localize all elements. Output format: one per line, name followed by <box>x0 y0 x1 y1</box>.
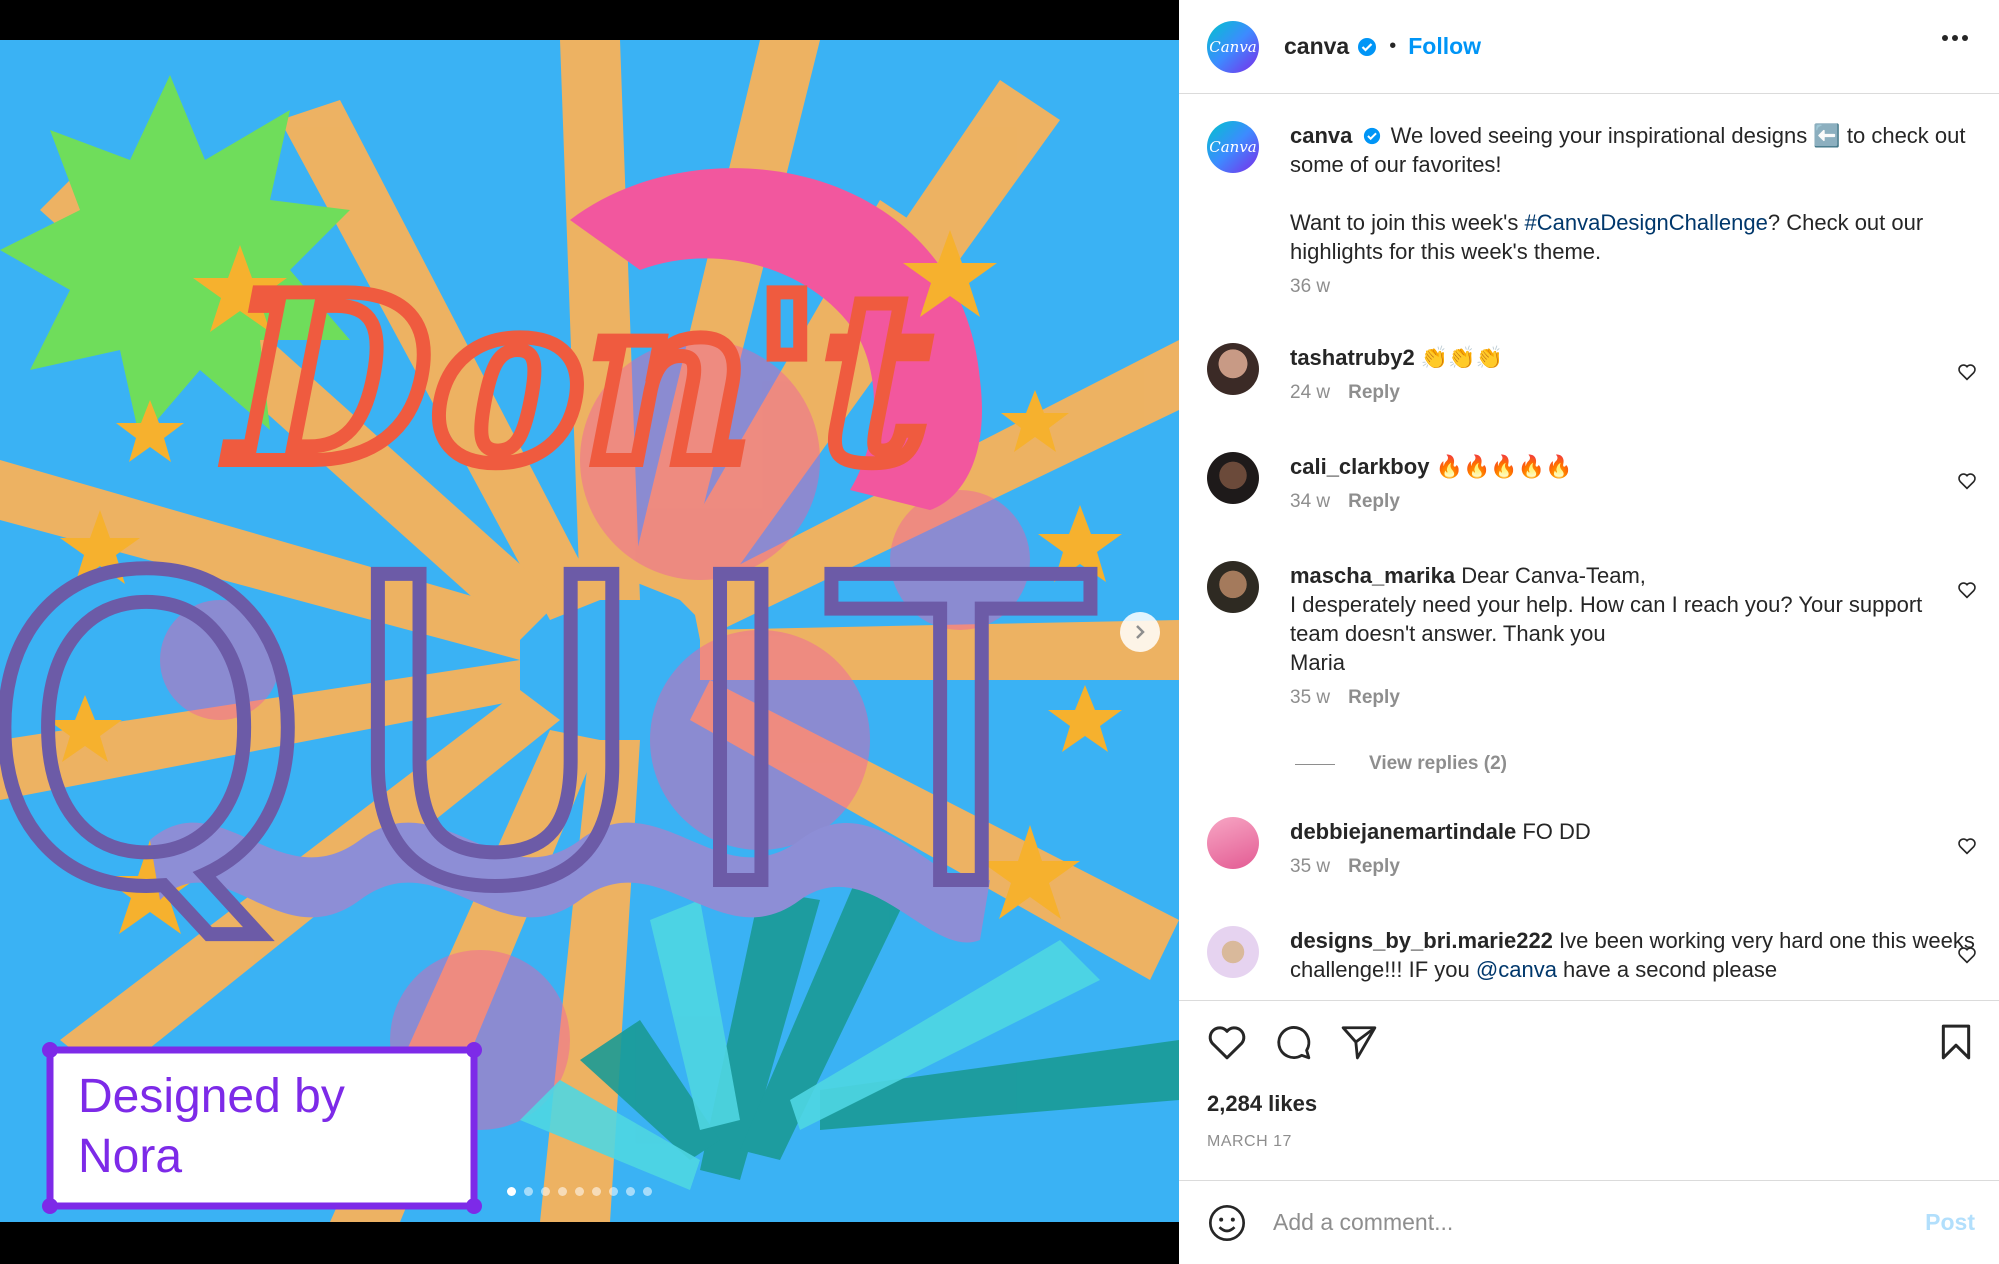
like-comment-heart-icon[interactable] <box>1957 363 1977 381</box>
carousel-dot[interactable] <box>507 1187 516 1196</box>
like-comment-heart-icon[interactable] <box>1957 581 1977 599</box>
comment-bubble-icon <box>1277 1026 1311 1060</box>
comment-text: 👏👏👏 <box>1420 345 1504 370</box>
comment-time[interactable]: 35 w <box>1290 687 1330 708</box>
post-side-panel: Canva canva • Follow Canva canva We love… <box>1179 0 1999 1264</box>
separator-dot: • <box>1389 35 1397 57</box>
view-replies-label: View replies (2) <box>1369 753 1507 774</box>
like-comment-heart-icon[interactable] <box>1957 946 1977 964</box>
replies-divider <box>1295 763 1335 765</box>
credit-line-2: Nora <box>78 1130 182 1183</box>
carousel-dot[interactable] <box>609 1187 618 1196</box>
save-button[interactable] <box>1939 1023 1973 1066</box>
carousel-indicator <box>507 1187 652 1196</box>
comment-item: debbiejanemartindale FO DD 35 w Reply <box>1207 817 1977 878</box>
comment-composer: Post <box>1179 1180 1999 1264</box>
credit-line-1: Designed by <box>78 1070 345 1123</box>
art-text-quit: QUIT <box>0 491 1119 980</box>
comment-text-line2: I desperately need your help. How can I … <box>1290 592 1923 646</box>
post-actions: 2,284 likes MARCH 17 <box>1179 1000 1999 1180</box>
comment-username[interactable]: cali_clarkboy <box>1290 454 1429 479</box>
comment-text-post: have a second please <box>1556 957 1778 982</box>
commenter-avatar[interactable] <box>1207 926 1259 978</box>
carousel-dot[interactable] <box>626 1187 635 1196</box>
commenter-avatar[interactable] <box>1207 561 1259 613</box>
post-author-username[interactable]: canva <box>1284 33 1349 60</box>
comment-time[interactable]: 35 w <box>1290 856 1330 877</box>
carousel-dot[interactable] <box>643 1187 652 1196</box>
caption-author-avatar[interactable]: Canva <box>1207 121 1259 173</box>
more-options-icon[interactable] <box>1941 34 1969 42</box>
comment-item: cali_clarkboy 🔥🔥🔥🔥🔥 34 w Reply <box>1207 452 1977 513</box>
commenter-avatar[interactable] <box>1207 817 1259 869</box>
likes-count[interactable]: 2,284 likes <box>1207 1091 1317 1117</box>
carousel-dot[interactable] <box>558 1187 567 1196</box>
comment-input[interactable] <box>1273 1209 1893 1236</box>
post-date[interactable]: MARCH 17 <box>1207 1133 1292 1151</box>
mention-link[interactable]: @canva <box>1476 957 1557 982</box>
post-media: Don't QUIT Designed by Nora <box>0 0 1179 1264</box>
heart-icon <box>1208 1026 1246 1060</box>
comment-text: FO DD <box>1522 819 1591 844</box>
comment-item: tashatruby2 👏👏👏 24 w Reply <box>1207 343 1977 404</box>
comment-item: designs_by_bri.marie222 Ive been working… <box>1207 926 1977 984</box>
comments-list[interactable]: Canva canva We loved seeing your inspira… <box>1179 95 1999 1000</box>
post-caption: Canva canva We loved seeing your inspira… <box>1207 121 1977 298</box>
post-header: Canva canva • Follow <box>1179 0 1999 94</box>
hashtag-link[interactable]: #CanvaDesignChallenge <box>1524 210 1767 235</box>
caption-username[interactable]: canva <box>1290 123 1352 148</box>
comment-username[interactable]: debbiejanemartindale <box>1290 819 1516 844</box>
avatar-logo-text: Canva <box>1209 138 1257 156</box>
verified-badge-icon <box>1358 37 1377 56</box>
reply-button[interactable]: Reply <box>1348 491 1400 512</box>
carousel-dot[interactable] <box>575 1187 584 1196</box>
commenter-avatar[interactable] <box>1207 343 1259 395</box>
bookmark-icon <box>1941 1024 1971 1060</box>
carousel-dot[interactable] <box>592 1187 601 1196</box>
like-comment-heart-icon[interactable] <box>1957 472 1977 490</box>
caption-text: canva We loved seeing your inspirational… <box>1290 121 1977 266</box>
chevron-right-icon <box>1136 625 1145 639</box>
reply-button[interactable]: Reply <box>1348 687 1400 708</box>
carousel-next-button[interactable] <box>1120 612 1160 652</box>
avatar-logo-text: Canva <box>1209 37 1257 56</box>
comment-text-line3: Maria <box>1290 650 1346 675</box>
paper-plane-icon <box>1341 1026 1377 1060</box>
carousel-dot[interactable] <box>541 1187 550 1196</box>
like-button[interactable] <box>1207 1023 1247 1066</box>
share-button[interactable] <box>1339 1023 1379 1066</box>
verified-badge-icon <box>1363 127 1380 145</box>
comment-item: mascha_marika Dear Canva-Team, I despera… <box>1207 561 1977 709</box>
caption-time[interactable]: 36 w <box>1290 276 1977 298</box>
follow-button[interactable]: Follow <box>1408 33 1481 60</box>
reply-button[interactable]: Reply <box>1348 856 1400 877</box>
comment-username[interactable]: tashatruby2 <box>1290 345 1415 370</box>
comment-text: 🔥🔥🔥🔥🔥 <box>1435 454 1573 479</box>
comment-username[interactable]: designs_by_bri.marie222 <box>1290 928 1553 953</box>
post-image-dont-quit: Don't QUIT Designed by Nora <box>0 40 1179 1222</box>
reply-button[interactable]: Reply <box>1348 382 1400 403</box>
carousel-dot[interactable] <box>524 1187 533 1196</box>
comment-time[interactable]: 24 w <box>1290 382 1330 403</box>
art-text-dont: Don't <box>226 245 929 515</box>
canva-avatar[interactable]: Canva <box>1207 20 1259 73</box>
post-comment-button[interactable]: Post <box>1925 1209 1975 1236</box>
commenter-avatar[interactable] <box>1207 452 1259 504</box>
caption-body-2a: Want to join this week's <box>1290 210 1525 235</box>
emoji-icon[interactable] <box>1207 1203 1247 1243</box>
view-replies-button[interactable]: View replies (2) <box>1295 753 1507 775</box>
like-comment-heart-icon[interactable] <box>1957 837 1977 855</box>
comment-username[interactable]: mascha_marika <box>1290 563 1455 588</box>
comment-time[interactable]: 34 w <box>1290 491 1330 512</box>
comment-button[interactable] <box>1273 1023 1313 1066</box>
comment-text: Dear Canva-Team, <box>1461 563 1646 588</box>
caption-body-1: We loved seeing your inspirational desig… <box>1290 123 1966 177</box>
